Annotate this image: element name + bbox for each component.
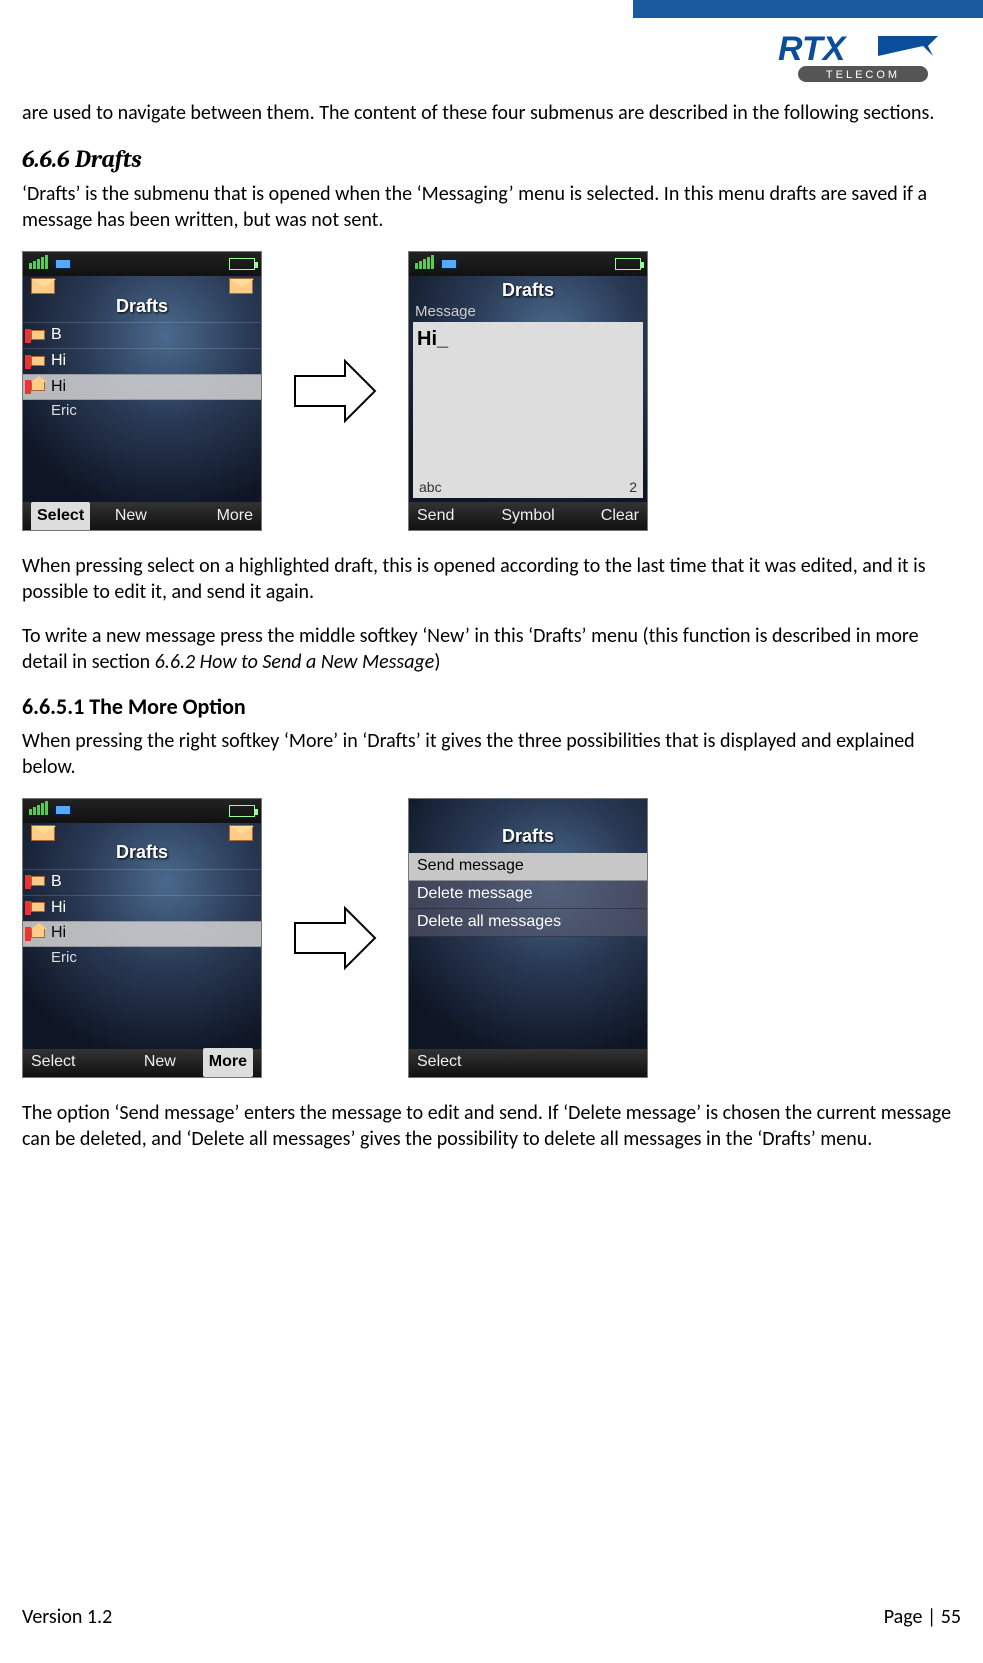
message-text: Hi_: [413, 322, 643, 356]
drafts-select-paragraph: When pressing select on a highlighted dr…: [22, 553, 961, 605]
version-label: Version 1.2: [22, 1605, 112, 1629]
softkey-select[interactable]: Select: [31, 1052, 117, 1073]
list-item[interactable]: B: [23, 322, 261, 348]
list-item-label: Hi: [51, 377, 66, 398]
list-item-selected[interactable]: Hi: [23, 921, 261, 947]
message-icon: [55, 259, 71, 269]
softkey-select[interactable]: Select: [417, 1052, 491, 1073]
envelope-icon: [31, 278, 55, 294]
message-icon: [441, 259, 457, 269]
menu-item-delete-message[interactable]: Delete message: [409, 881, 647, 909]
arrow-icon: [290, 356, 380, 426]
list-item-label: Hi: [51, 898, 66, 919]
softkey-select[interactable]: Select: [31, 502, 90, 531]
more-options-list: Send message Delete message Delete all m…: [409, 853, 647, 937]
draft-icon: [27, 873, 47, 891]
message-textarea[interactable]: Hi_ abc 2: [413, 322, 643, 498]
logo-subtext: TELECOM: [826, 69, 900, 81]
page-content: are used to navigate between them. The c…: [22, 100, 961, 1170]
phone-drafts-list: Drafts B Hi Hi Eric Select New: [22, 251, 262, 531]
list-item[interactable]: Hi: [23, 895, 261, 921]
figure-drafts-to-more: Drafts B Hi Hi Eric Select New: [22, 798, 961, 1078]
envelope-icon: [229, 278, 253, 294]
signal-icon: [29, 255, 49, 269]
page-number: Page | 55: [884, 1605, 961, 1629]
more-option-intro: When pressing the right softkey ‘More’ i…: [22, 728, 961, 780]
softkey-new[interactable]: New: [117, 1052, 203, 1073]
brand-logo: RTX TELECOM: [778, 28, 953, 89]
screen-title: Drafts: [409, 823, 647, 853]
draft-open-icon: [27, 925, 47, 943]
menu-item-send-message[interactable]: Send message: [409, 853, 647, 881]
battery-icon: [615, 258, 641, 270]
signal-icon: [29, 801, 49, 815]
signal-icon: [415, 255, 435, 269]
status-bar: [23, 252, 261, 276]
banner-icons: [23, 825, 261, 841]
figure-drafts-to-editor: Drafts B Hi Hi Eric Select New: [22, 251, 961, 531]
battery-icon: [229, 805, 255, 817]
softkey-more[interactable]: More: [203, 1048, 253, 1077]
list-item[interactable]: B: [23, 869, 261, 895]
softkey-symbol[interactable]: Symbol: [491, 506, 565, 527]
list-item-label: B: [51, 325, 62, 346]
softkey-clear[interactable]: Clear: [565, 506, 639, 527]
softkey-send[interactable]: Send: [417, 506, 491, 527]
phone-more-menu: Drafts Send message Delete message Delet…: [408, 798, 648, 1078]
menu-item-delete-all[interactable]: Delete all messages: [409, 909, 647, 937]
draft-icon: [27, 899, 47, 917]
draft-icon: [27, 327, 47, 345]
banner-icons: [23, 278, 261, 294]
list-item-sublabel: Eric: [23, 947, 261, 969]
section-heading-more-option: 6.6.5.1 The More Option: [22, 693, 961, 722]
list-item-selected[interactable]: Hi: [23, 374, 261, 400]
drafts-items: B Hi Hi Eric: [23, 869, 261, 969]
status-bar: [409, 252, 647, 276]
header-accent-bar: [633, 0, 983, 18]
drafts-new-paragraph: To write a new message press the middle …: [22, 623, 961, 675]
message-icon: [55, 805, 71, 815]
draft-open-icon: [27, 378, 47, 396]
softkey-bar: Select: [409, 1049, 647, 1077]
list-item-label: Hi: [51, 351, 66, 372]
softkey-more[interactable]: More: [172, 506, 253, 527]
list-item[interactable]: Hi: [23, 348, 261, 374]
section-heading-drafts: 6.6.6 Drafts: [22, 144, 961, 175]
input-mode-indicator: abc: [419, 478, 442, 496]
status-bar: [23, 799, 261, 823]
drafts-description: ‘Drafts’ is the submenu that is opened w…: [22, 181, 961, 233]
drafts-items: B Hi Hi Eric: [23, 322, 261, 422]
logo-text: RTX: [778, 30, 848, 68]
softkey-bar: Select New More: [23, 502, 261, 530]
envelope-icon: [31, 825, 55, 841]
softkey-new[interactable]: New: [90, 506, 171, 527]
more-option-explanation: The option ‘Send message’ enters the mes…: [22, 1100, 961, 1152]
envelope-icon: [229, 825, 253, 841]
list-item-label: B: [51, 872, 62, 893]
phone-draft-editor: Drafts Message Hi_ abc 2 Send Symbol Cle…: [408, 251, 648, 531]
page-footer: Version 1.2 Page | 55: [22, 1605, 961, 1629]
field-label-message: Message: [415, 302, 476, 322]
battery-icon: [229, 258, 255, 270]
softkey-bar: Select New More: [23, 1049, 261, 1077]
list-item-label: Hi: [51, 923, 66, 944]
softkey-bar: Send Symbol Clear: [409, 502, 647, 530]
intro-paragraph: are used to navigate between them. The c…: [22, 100, 961, 126]
draft-icon: [27, 353, 47, 371]
phone-drafts-list-more: Drafts B Hi Hi Eric Select New: [22, 798, 262, 1078]
arrow-icon: [290, 903, 380, 973]
char-count: 2: [629, 478, 637, 496]
list-item-sublabel: Eric: [23, 400, 261, 422]
